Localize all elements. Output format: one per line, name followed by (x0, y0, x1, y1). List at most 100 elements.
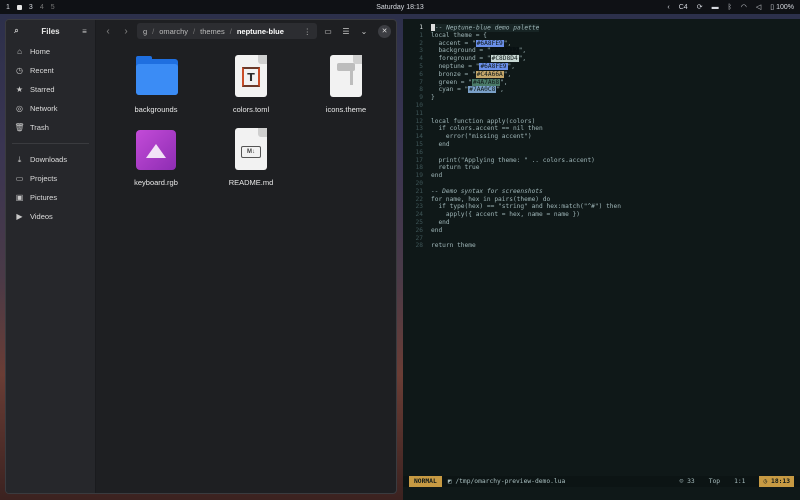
sidebar-item-starred[interactable]: ★ Starred (6, 80, 95, 99)
code-line[interactable]: 10 (403, 102, 621, 110)
sidebar-item-videos[interactable]: ▶ Videos (6, 207, 95, 226)
breadcrumb-home[interactable]: g (143, 27, 147, 36)
menu-icon[interactable]: ≡ (80, 27, 89, 36)
code-line[interactable]: 3 background = "#081012", (403, 47, 621, 55)
workspace-1[interactable]: 1 (6, 4, 10, 11)
search-icon[interactable]: ⌕ (12, 26, 21, 36)
sidebar-item-home[interactable]: ⌂ Home (6, 42, 95, 61)
update-icon[interactable]: ⟳ (697, 3, 703, 11)
file-name: backgrounds (134, 105, 178, 114)
code-line[interactable]: 2 accent = "#6A8FE9", (403, 39, 621, 48)
breadcrumb-omarchy[interactable]: omarchy (159, 27, 188, 36)
download-icon: ⤓ (17, 154, 22, 164)
line-number: 22 (415, 195, 423, 203)
code-buffer[interactable]: 1 -- Neptune-blue demo palette 1 local them… (403, 24, 621, 250)
code-line[interactable]: 26 end (403, 227, 621, 235)
code-line[interactable]: 9} (403, 94, 621, 102)
code-line[interactable]: 23 if type(hex) == "string" and hex:matc… (403, 203, 621, 211)
system-tray: ‹ C4 ⟳ ▬ ᛒ ◠ ◁ ▯ 100% (667, 3, 794, 12)
color-swatch: #6A8FE9 (479, 62, 508, 70)
code-line[interactable]: 11 (403, 110, 621, 118)
code-line[interactable]: 1 local theme = { (403, 32, 621, 40)
close-icon[interactable]: ✕ (378, 24, 391, 38)
code-line[interactable]: 8 cyan = "#7AA0C8", (403, 86, 621, 94)
workspace-3[interactable]: 3 (29, 4, 33, 11)
code-line[interactable]: 5 neptune = "#6A8FE9", (403, 62, 621, 71)
sidebar-item-projects[interactable]: ▭ Projects (6, 169, 95, 188)
gamepad-icon[interactable]: ▬ (712, 4, 719, 11)
file-item-backgrounds[interactable]: backgrounds (116, 55, 196, 114)
back-button[interactable]: ‹ (101, 26, 115, 37)
sidebar-divider (12, 143, 89, 144)
code-text: local function apply(colors) (431, 117, 536, 125)
code-line[interactable]: 14 error("missing accent") (403, 133, 621, 141)
file-item-keyboard-rgb[interactable]: keyboard.rgb (116, 128, 196, 187)
code-text: if type(hex) == "string" and hex:match("… (431, 203, 621, 211)
breadcrumb-themes[interactable]: themes (200, 27, 225, 36)
status-time: ◷ 18:13 (759, 476, 794, 487)
bluetooth-icon[interactable]: ᛒ (728, 4, 732, 11)
breadcrumb-separator: / (193, 26, 196, 36)
code-line[interactable]: 25 end (403, 219, 621, 227)
sidebar-item-pictures[interactable]: ▣ Pictures (6, 188, 95, 207)
more-options-icon[interactable]: ⋮ (304, 27, 312, 36)
code-line[interactable]: 19 end (403, 172, 621, 180)
code-text: apply({ accent = hex, name = name }) (431, 211, 581, 219)
sidebar-item-trash[interactable]: 🗑 Trash (6, 118, 95, 137)
code-line[interactable]: 13 if colors.accent == nil then (403, 125, 621, 133)
code-line[interactable]: 18 return true (403, 164, 621, 172)
wifi-icon[interactable]: ◠ (741, 3, 747, 11)
sidebar-item-label: Network (30, 104, 58, 113)
line-number: 19 (415, 172, 423, 180)
screen-record-icon[interactable]: ‹ (667, 4, 669, 11)
chevron-down-icon[interactable]: ⌄ (357, 27, 371, 36)
terminal-editor[interactable]: 1 -- Neptune-blue demo palette 1 local them… (403, 19, 800, 500)
code-line[interactable]: 15 end (403, 141, 621, 149)
workspace-4[interactable]: 4 (40, 4, 44, 11)
code-text: background = "#081012", (431, 47, 527, 55)
sidebar-item-downloads[interactable]: ⤓ Downloads (6, 150, 95, 169)
breadcrumb-current[interactable]: neptune-blue (237, 27, 284, 36)
toml-file-icon: T (229, 55, 273, 99)
code-line[interactable]: 16 (403, 149, 621, 157)
code-line[interactable]: 7 green = "#4A7A68", (403, 78, 621, 87)
line-count: ☺ 33 (680, 478, 695, 485)
workspace-active-indicator[interactable] (16, 4, 22, 10)
new-folder-icon[interactable]: ▭ (321, 27, 335, 36)
file-item-colors-toml[interactable]: T colors.toml (211, 55, 291, 114)
sidebar-item-recent[interactable]: ◷ Recent (6, 61, 95, 80)
sidebar-item-label: Downloads (30, 155, 68, 164)
code-line[interactable]: 1 -- Neptune-blue demo palette (403, 24, 621, 32)
sidebar-item-network[interactable]: ◎ Network (6, 99, 95, 118)
view-list-icon[interactable]: ☰ (339, 27, 353, 36)
code-line[interactable]: 17 print("Applying theme: " .. colors.ac… (403, 157, 621, 165)
code-text: local theme = { (431, 31, 487, 39)
code-line[interactable]: 4 foreground = "#C8D8D4", (403, 55, 621, 63)
code-line[interactable]: 21 -- Demo syntax for screenshots (403, 188, 621, 196)
theme-file-icon (324, 55, 368, 99)
color-swatch: #4A7A68 (471, 78, 501, 86)
code-line[interactable]: 24 apply({ accent = hex, name = name }) (403, 211, 621, 219)
file-name: colors.toml (232, 105, 270, 114)
code-line[interactable]: 27 (403, 235, 621, 243)
file-item-icons-theme[interactable]: icons.theme (306, 55, 386, 114)
forward-button[interactable]: › (119, 26, 133, 37)
code-line[interactable]: 20 (403, 180, 621, 188)
code-text: -- Neptune-blue demo palette (431, 24, 540, 32)
code-text: return true (431, 164, 480, 172)
code-line[interactable]: 12 local function apply(colors) (403, 118, 621, 126)
line-number: 28 (415, 242, 423, 250)
line-number: 8 (419, 86, 423, 94)
battery-indicator[interactable]: ▯ 100% (770, 3, 794, 11)
trash-icon: 🗑 (14, 123, 25, 132)
file-item-readme-md[interactable]: M↓ README.md (211, 128, 291, 187)
workspace-5[interactable]: 5 (51, 4, 55, 11)
code-line[interactable]: 28 return theme (403, 242, 621, 250)
file-path-text: /tmp/omarchy-preview-demo.lua (455, 478, 566, 485)
keyboard-layout[interactable]: C4 (679, 4, 688, 11)
status-time-value: 18:13 (771, 478, 790, 485)
code-line[interactable]: 22 for name, hex in pairs(theme) do (403, 196, 621, 204)
volume-icon[interactable]: ◁ (756, 3, 761, 11)
code-line[interactable]: 6 bronze = "#C4A66A", (403, 70, 621, 79)
files-toolbar: ‹ › g / omarchy / themes / neptune-blue … (96, 20, 396, 42)
